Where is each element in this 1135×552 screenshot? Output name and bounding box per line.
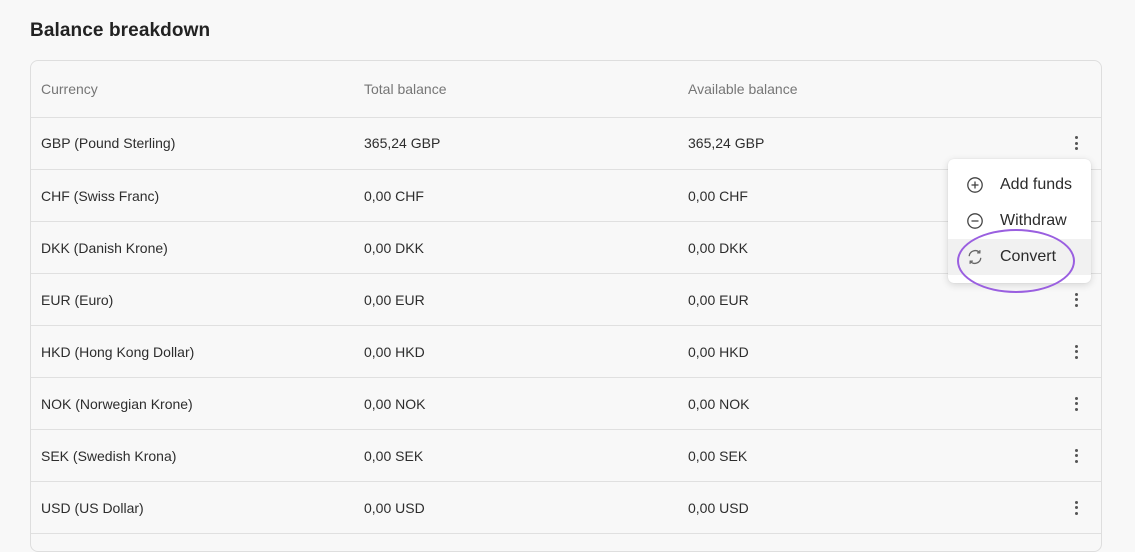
balance-table: Currency Total balance Available balance… [30,60,1102,552]
minus-circle-icon [967,213,983,229]
available-balance-cell: 0,00 DKK [688,239,748,256]
currency-cell: CHF (Swiss Franc) [41,187,160,204]
menu-item-label: Convert [1000,248,1057,265]
available-balance-cell: 0,00 NOK [688,395,750,412]
table-row: DKK (Danish Krone) 0,00 DKK 0,00 DKK [31,222,1101,274]
column-header-available-balance: Available balance [688,81,798,97]
table-row: GBP (Pound Sterling) 365,24 GBP 365,24 G… [31,117,1101,170]
total-balance-cell: 0,00 CHF [364,187,424,204]
table-row: EUR (Euro) 0,00 EUR 0,00 EUR [31,274,1101,326]
available-balance-cell: 0,00 HKD [688,343,749,360]
menu-item-label: Add funds [1000,176,1073,193]
column-header-currency: Currency [41,81,98,97]
total-balance-cell: 0,00 SEK [364,447,424,464]
row-actions-kebab-icon[interactable] [1068,446,1084,466]
available-balance-cell: 0,00 CHF [688,187,748,204]
available-balance-cell: 365,24 GBP [688,135,765,151]
menu-item-add-funds[interactable]: Add funds [948,167,1091,203]
row-actions-kebab-icon[interactable] [1068,133,1084,153]
menu-item-label: Withdraw [1000,212,1067,229]
currency-cell: DKK (Danish Krone) [41,239,168,256]
table-row: SEK (Swedish Krona) 0,00 SEK 0,00 SEK [31,430,1101,482]
plus-circle-icon [967,177,983,193]
total-balance-cell: 0,00 EUR [364,291,425,308]
page-title: Balance breakdown [30,20,211,41]
currency-cell: GBP (Pound Sterling) [41,135,176,151]
row-actions-kebab-icon[interactable] [1068,290,1084,310]
currency-cell: HKD (Hong Kong Dollar) [41,343,195,360]
row-actions-menu: Add funds Withdraw Convert [948,159,1091,283]
total-balance-cell: 0,00 HKD [364,343,425,360]
table-row: USD (US Dollar) 0,00 USD 0,00 USD [31,482,1101,534]
table-row: HKD (Hong Kong Dollar) 0,00 HKD 0,00 HKD [31,326,1101,378]
convert-arrows-icon [968,250,982,264]
total-balance-cell: 365,24 GBP [364,135,441,151]
total-balance-cell: 0,00 NOK [364,395,426,412]
row-actions-kebab-icon[interactable] [1068,498,1084,518]
total-balance-cell: 0,00 DKK [364,239,424,256]
table-row: CHF (Swiss Franc) 0,00 CHF 0,00 CHF [31,170,1101,222]
table-row: NOK (Norwegian Krone) 0,00 NOK 0,00 NOK [31,378,1101,430]
column-header-total-balance: Total balance [364,81,447,97]
currency-cell: NOK (Norwegian Krone) [41,395,193,412]
total-balance-cell: 0,00 USD [364,499,425,516]
menu-item-withdraw[interactable]: Withdraw [948,203,1091,239]
currency-cell: EUR (Euro) [41,291,114,308]
currency-cell: SEK (Swedish Krona) [41,447,177,464]
available-balance-cell: 0,00 USD [688,499,749,516]
row-actions-kebab-icon[interactable] [1068,342,1084,362]
available-balance-cell: 0,00 SEK [688,447,748,464]
currency-cell: USD (US Dollar) [41,499,144,516]
row-actions-kebab-icon[interactable] [1068,394,1084,414]
table-header-row: Currency Total balance Available balance [31,61,1101,118]
menu-item-convert[interactable]: Convert [948,239,1091,275]
available-balance-cell: 0,00 EUR [688,291,749,308]
